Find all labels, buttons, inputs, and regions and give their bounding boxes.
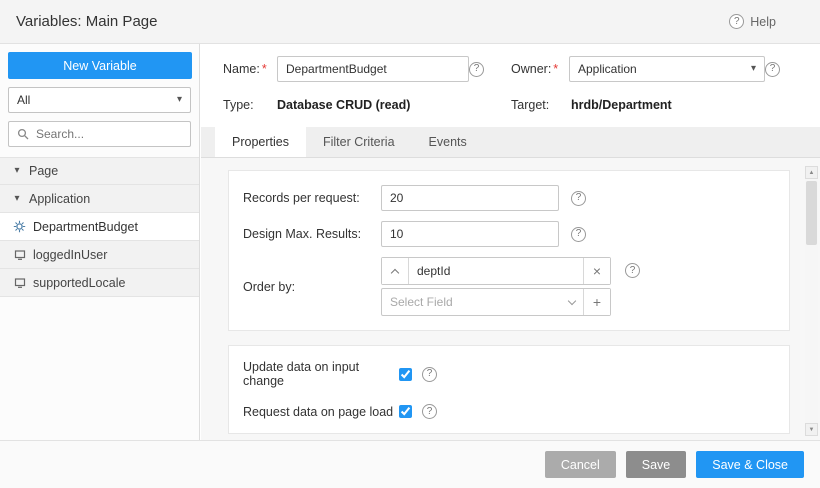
name-help-icon[interactable]: ? (469, 61, 484, 77)
close-icon: × (592, 263, 602, 279)
tree-group-application[interactable]: ▾ Application (0, 185, 199, 213)
add-field-button[interactable]: + (583, 289, 610, 315)
type-value: Database CRUD (read) (277, 98, 411, 112)
request-data-help-icon[interactable]: ? (422, 404, 437, 419)
scrollbar-thumb[interactable] (806, 181, 817, 245)
owner-select[interactable]: Application ▾ (569, 56, 765, 82)
select-field-dropdown[interactable]: Select Field (382, 289, 583, 315)
type-target-row: Type: Database CRUD (read) Target: hrdb/… (201, 82, 820, 112)
caret-down-icon[interactable]: ▾ (12, 166, 22, 176)
tab-filter-criteria[interactable]: Filter Criteria (306, 127, 412, 157)
caret-down-icon[interactable]: ▾ (12, 193, 22, 204)
name-label: Name: * (223, 62, 267, 76)
tree-item-label: DepartmentBudget (33, 219, 138, 234)
caret-down-icon: ▾ (176, 94, 182, 105)
tab-events[interactable]: Events (412, 127, 484, 157)
update-data-help-icon[interactable]: ? (422, 366, 437, 382)
update-data-row: Update data on input change ? (243, 360, 775, 388)
update-data-label: Update data on input change (243, 360, 360, 388)
editor-tabs: Properties Filter Criteria Events (201, 127, 820, 158)
data-settings-card: Records per request: ? Design Max. Resul… (228, 170, 790, 331)
design-max-results-row: Design Max. Results: ? (243, 221, 775, 247)
variable-icon (13, 277, 26, 289)
type-label: Type: (223, 98, 254, 112)
scope-filter-value: All (17, 93, 31, 107)
records-per-request-row: Records per request: ? (243, 185, 775, 211)
tree-item-label: supportedLocale (33, 275, 126, 290)
remove-field-button[interactable]: × (583, 258, 610, 284)
tree-item-loggedinuser[interactable]: loggedInUser (0, 241, 199, 269)
save-close-button[interactable]: Save & Close (696, 451, 804, 478)
search-icon (16, 128, 29, 140)
tree-item-label: loggedInUser (33, 247, 108, 262)
variable-icon (13, 249, 26, 261)
records-help-icon[interactable]: ? (571, 190, 586, 206)
required-marker: * (261, 62, 267, 76)
behavior-settings-card: Update data on input change ? Request da… (228, 345, 790, 434)
tree-group-page[interactable]: ▾ Page (0, 157, 199, 185)
records-per-request-input[interactable] (381, 185, 559, 211)
scroll-up-button[interactable]: ▲ (805, 166, 818, 179)
scroll-down-button[interactable]: ▼ (805, 423, 818, 436)
records-per-request-label: Records per request: (243, 191, 360, 205)
properties-tab-content: Records per request: ? Design Max. Resul… (201, 158, 820, 440)
cancel-button[interactable]: Cancel (544, 451, 616, 478)
help-link[interactable]: ? Help (729, 14, 776, 29)
variable-editor: Name:* ? Owner:* Application ▾ ? Type: D… (201, 44, 820, 440)
design-max-results-label: Design Max. Results: (243, 227, 362, 241)
owner-select-value: Application (578, 62, 637, 76)
service-variable-icon (13, 220, 26, 233)
chevron-up-icon (390, 268, 400, 277)
chevron-down-icon (567, 296, 577, 305)
plus-icon: + (592, 294, 602, 310)
triangle-down-icon: ▼ (808, 426, 815, 433)
dialog-header: Variables: Main Page ? Help (0, 0, 820, 44)
variables-dialog: Variables: Main Page ? Help New Variable… (0, 0, 820, 488)
tab-properties[interactable]: Properties (215, 127, 306, 157)
design-max-help-icon[interactable]: ? (571, 226, 586, 242)
order-by-row: Order by: × (243, 257, 775, 316)
dialog-footer: Cancel Save Save & Close (0, 440, 820, 488)
request-data-label: Request data on page load (243, 404, 394, 419)
target-value: hrdb/Department (571, 98, 672, 112)
variables-sidebar: New Variable All ▾ ▾ Page ▾ Application … (0, 44, 200, 440)
request-data-checkbox[interactable] (399, 405, 412, 418)
search-box[interactable] (8, 121, 191, 147)
search-input[interactable] (34, 126, 183, 142)
order-by-control: × Select Field + (381, 257, 611, 316)
sort-direction-button[interactable] (382, 258, 409, 284)
tree-item-departmentbudget[interactable]: DepartmentBudget (0, 213, 199, 241)
help-label: Help (750, 14, 776, 29)
tree-group-label: Page (29, 164, 59, 178)
help-icon: ? (729, 14, 745, 29)
scrollbar-track[interactable] (805, 179, 818, 423)
request-data-row: Request data on page load ? (243, 404, 775, 419)
owner-help-icon[interactable]: ? (765, 61, 780, 77)
owner-label: Owner: * (511, 62, 559, 76)
update-data-checkbox[interactable] (399, 367, 412, 381)
page-title: Variables: Main Page (16, 13, 158, 30)
required-marker: * (553, 62, 559, 76)
save-button[interactable]: Save (625, 451, 687, 478)
order-by-field-input[interactable] (409, 258, 583, 284)
caret-down-icon: ▾ (750, 63, 756, 74)
order-by-field-row: × (381, 257, 611, 285)
name-owner-row: Name:* ? Owner:* Application ▾ ? (201, 44, 820, 82)
name-input[interactable] (277, 56, 469, 82)
scope-filter-select[interactable]: All ▾ (8, 87, 191, 113)
order-by-help-icon[interactable]: ? (625, 263, 640, 278)
target-label: Target: (511, 98, 550, 112)
vertical-scrollbar[interactable]: ▲ ▼ (805, 166, 818, 436)
add-field-row: Select Field + (381, 288, 611, 316)
triangle-up-icon: ▲ (808, 169, 815, 176)
tree-group-label: Application (29, 191, 91, 206)
design-max-results-input[interactable] (381, 221, 559, 247)
order-by-label: Order by: (243, 279, 296, 294)
new-variable-button[interactable]: New Variable (8, 52, 192, 79)
select-field-placeholder: Select Field (390, 295, 453, 309)
tree-item-supportedlocale[interactable]: supportedLocale (0, 269, 199, 297)
